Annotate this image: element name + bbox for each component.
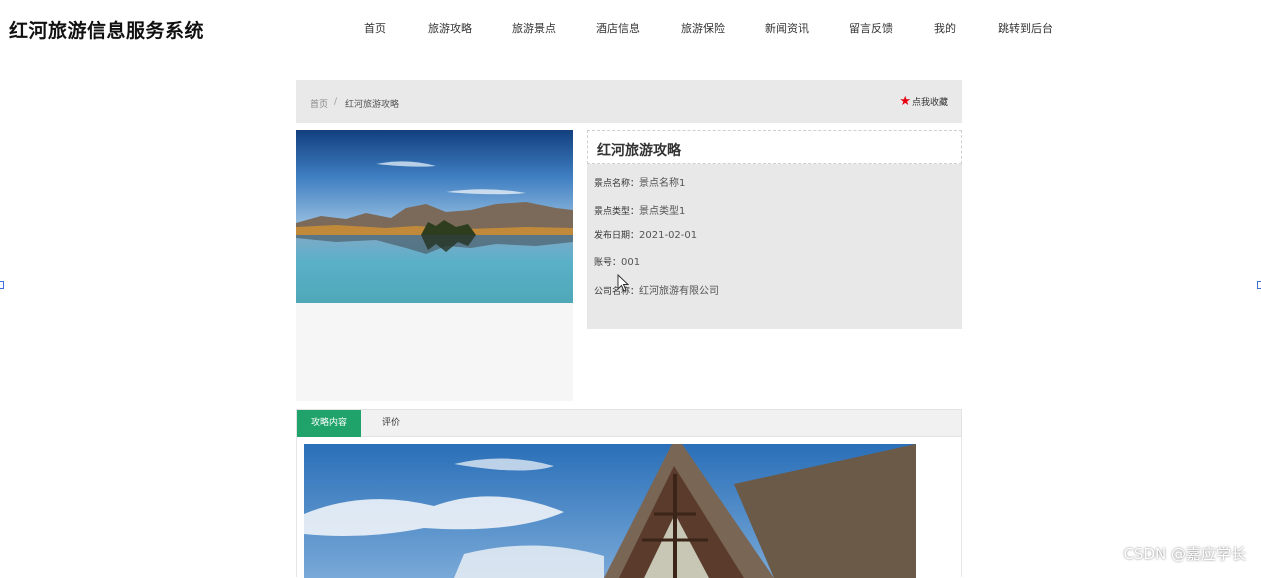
nav-item-attractions[interactable]: 旅游景点: [512, 20, 556, 36]
field-attraction-name: 景点名称：景点名称1: [594, 174, 685, 189]
favorite-button[interactable]: ★ 点我收藏: [899, 95, 948, 108]
tab-reviews[interactable]: 评价: [382, 410, 400, 437]
field-label: 发布日期：: [594, 231, 640, 241]
field-value: 景点类型1: [639, 206, 686, 217]
breadcrumb-home-link[interactable]: 首页: [310, 97, 328, 110]
breadcrumb: 首页 / 红河旅游攻略 ★ 点我收藏: [296, 80, 962, 123]
nav-item-feedback[interactable]: 留言反馈: [849, 20, 893, 36]
field-value: 红河旅游有限公司: [639, 286, 720, 297]
star-icon: ★: [899, 94, 911, 109]
field-value: 景点名称1: [639, 178, 686, 189]
field-label: 账号：: [594, 258, 622, 268]
field-label: 景点类型：: [594, 207, 640, 217]
left-edge-handle[interactable]: [0, 281, 4, 289]
nav-item-insurance[interactable]: 旅游保险: [681, 20, 725, 36]
tab-guide-content[interactable]: 攻略内容: [297, 410, 361, 437]
main-nav: 首页 旅游攻略 旅游景点 酒店信息 旅游保险 新闻资讯 留言反馈 我的 跳转到后…: [0, 20, 1261, 36]
mouse-cursor-icon: [617, 274, 629, 292]
attraction-image-panel: [296, 130, 573, 401]
nav-item-news[interactable]: 新闻资讯: [765, 20, 809, 36]
detail-title-box: 红河旅游攻略: [587, 130, 962, 164]
lodge-photo-image: [304, 444, 916, 578]
field-label: 景点名称：: [594, 179, 640, 189]
breadcrumb-current: 红河旅游攻略: [345, 100, 400, 110]
nav-item-mine[interactable]: 我的: [934, 20, 956, 36]
detail-info-panel: 红河旅游攻略 景点名称：景点名称1 景点类型：景点类型1 发布日期：2021-0…: [587, 130, 962, 329]
nav-item-home[interactable]: 首页: [364, 20, 386, 36]
nav-item-hotels[interactable]: 酒店信息: [596, 20, 640, 36]
favorite-label: 点我收藏: [911, 98, 948, 108]
csdn-watermark: CSDN @嘉应学长: [1123, 545, 1246, 563]
field-attraction-type: 景点类型：景点类型1: [594, 202, 685, 217]
field-publish-date: 发布日期：2021-02-01: [594, 228, 697, 241]
lake-landscape-image: [296, 130, 573, 303]
nav-item-travel-guides[interactable]: 旅游攻略: [428, 20, 472, 36]
field-company-name: 公司名称：红河旅游有限公司: [594, 282, 719, 297]
breadcrumb-separator: /: [334, 97, 338, 107]
detail-title: 红河旅游攻略: [597, 143, 681, 159]
content-tabs: 攻略内容 评价: [296, 409, 962, 437]
right-edge-handle[interactable]: [1257, 281, 1261, 289]
guide-content-panel: [296, 437, 962, 578]
field-account: 账号：001: [594, 255, 640, 268]
field-value: 2021-02-01: [639, 230, 698, 241]
field-value: 001: [621, 257, 641, 268]
nav-item-admin[interactable]: 跳转到后台: [998, 20, 1053, 36]
